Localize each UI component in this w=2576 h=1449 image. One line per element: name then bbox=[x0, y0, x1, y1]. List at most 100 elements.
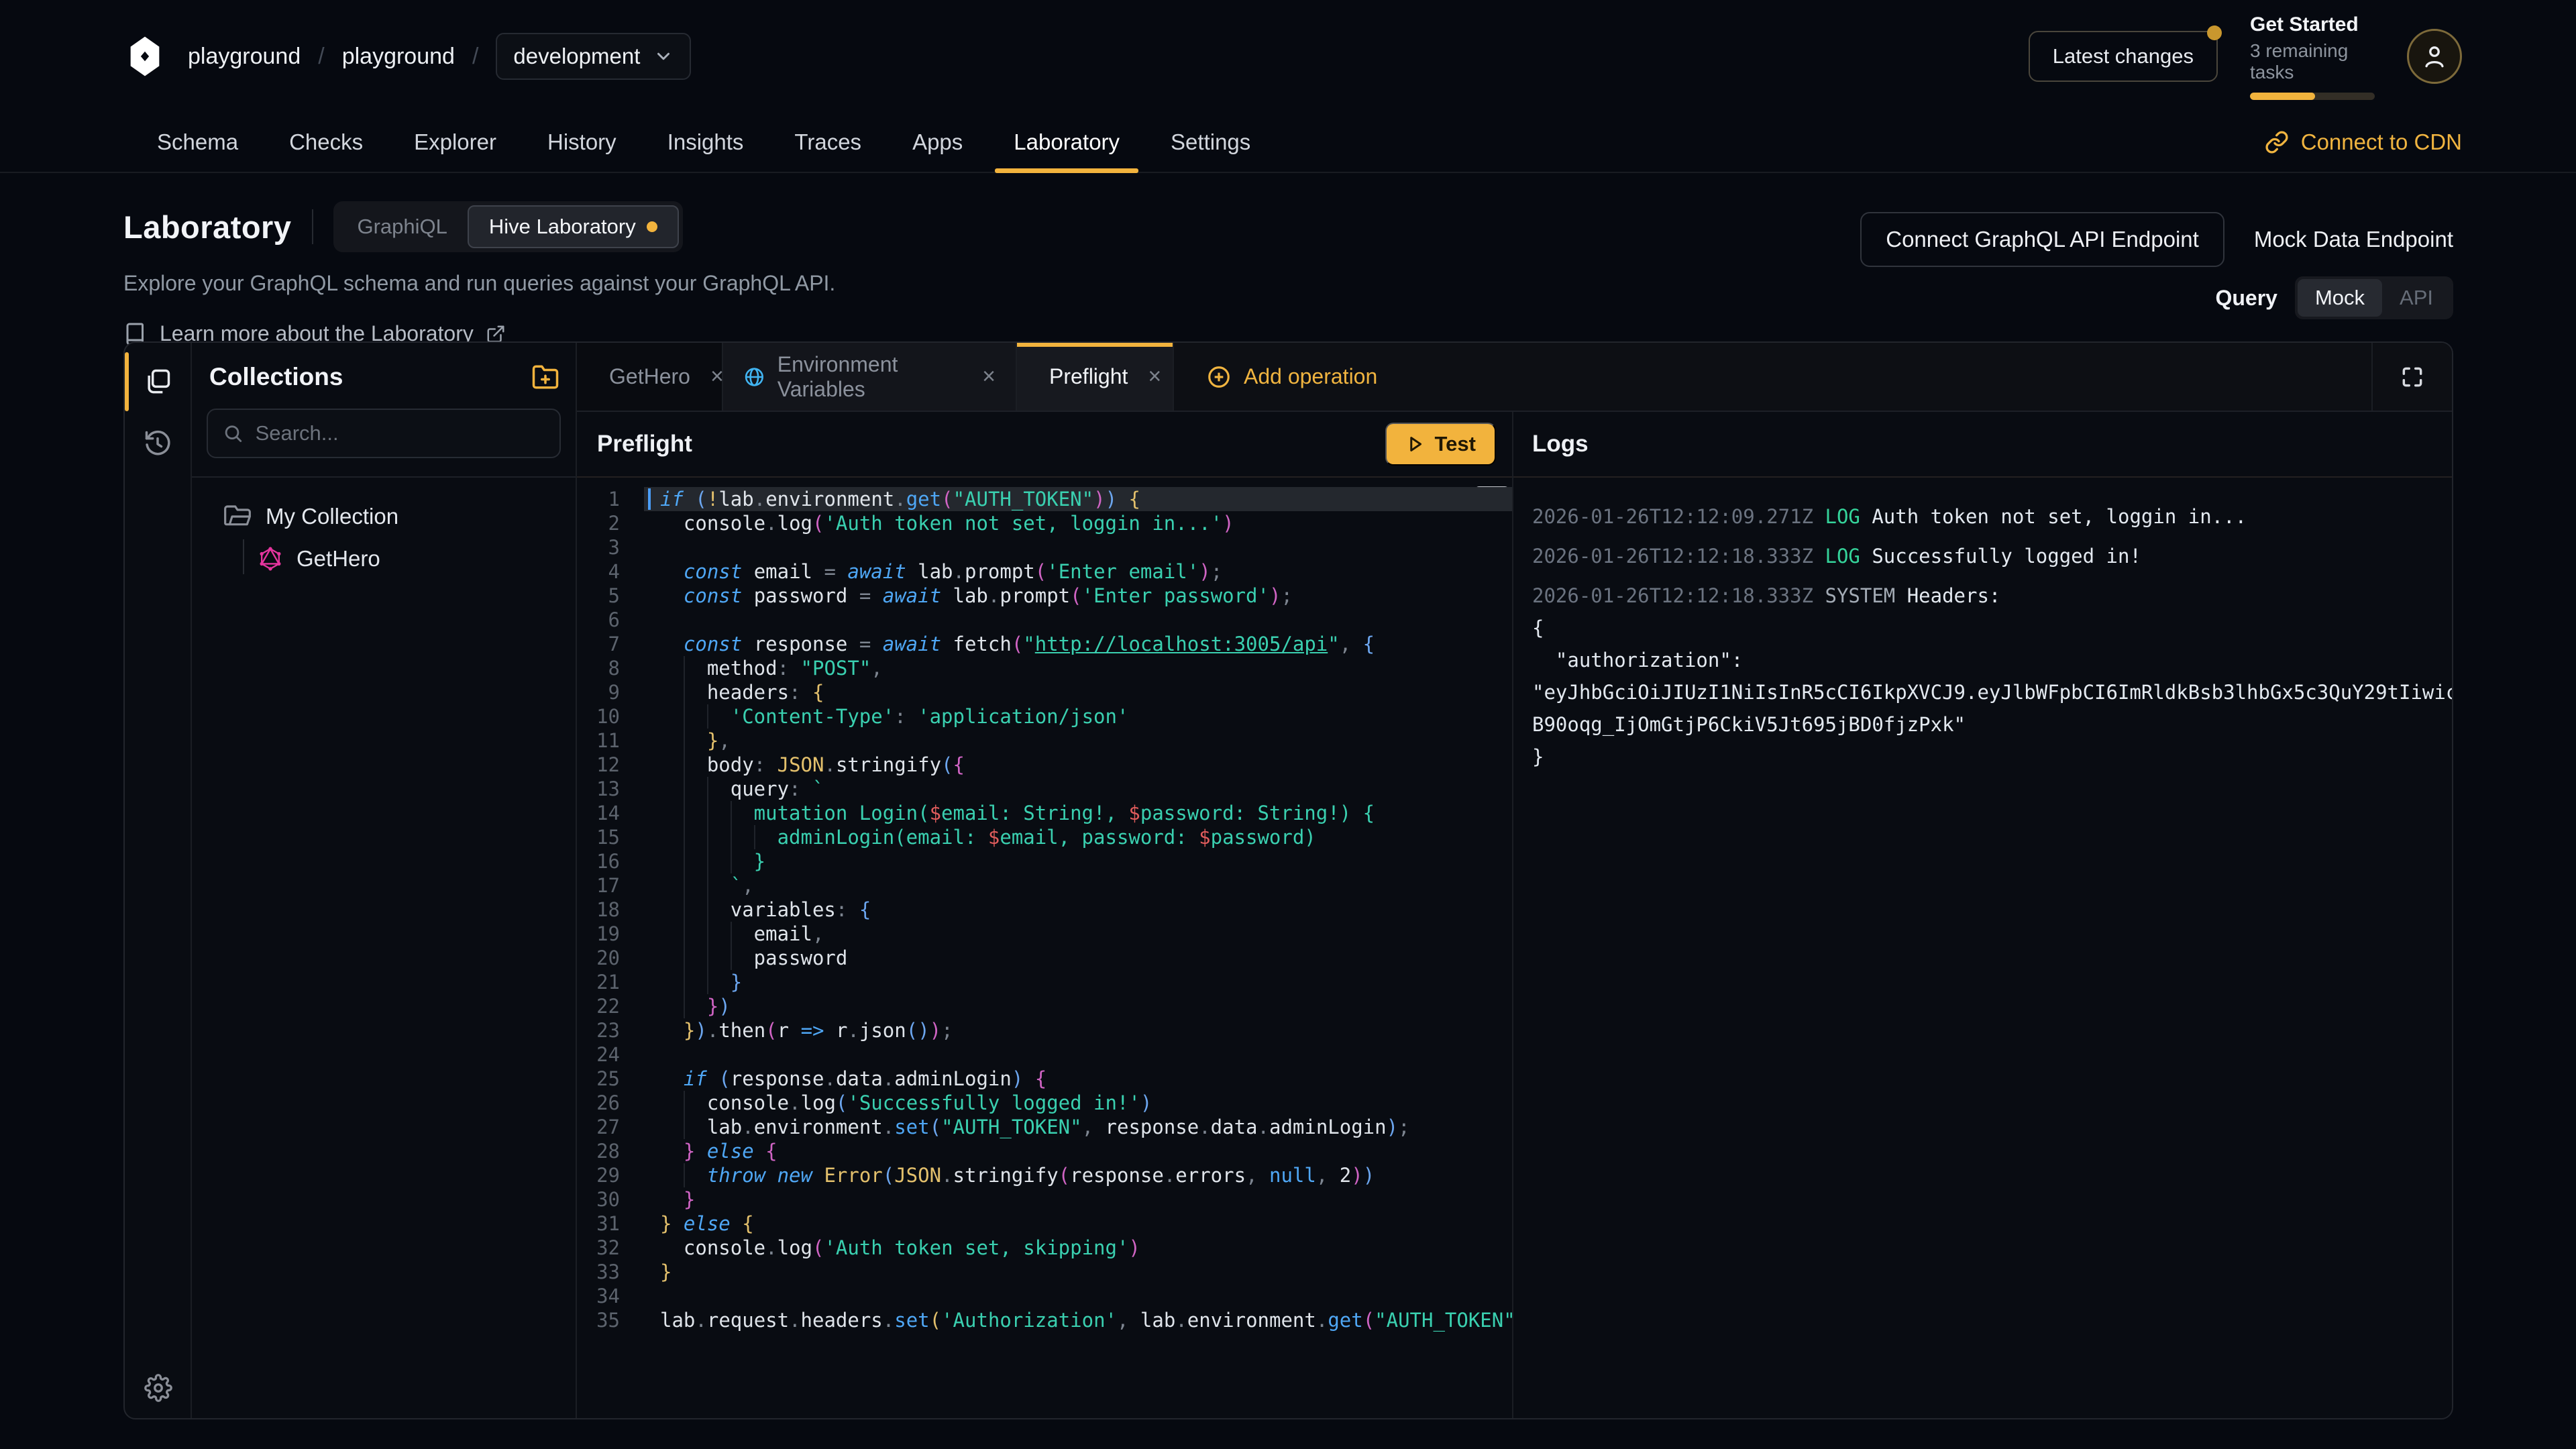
add-operation-button[interactable]: Add operation bbox=[1182, 343, 1401, 411]
history-rail-button[interactable] bbox=[143, 429, 172, 458]
code-line-text[interactable]: } bbox=[644, 849, 1512, 873]
nav-item-insights[interactable]: Insights bbox=[645, 113, 767, 172]
tab-gethero[interactable]: GetHero × bbox=[577, 343, 723, 411]
code-line-text[interactable]: adminLogin(email: $email, password: $pas… bbox=[644, 825, 1512, 849]
code-line-text[interactable]: method: "POST", bbox=[644, 656, 1512, 680]
code-line-text[interactable]: console.log('Successfully logged in!') bbox=[644, 1091, 1512, 1115]
operation-item-gethero[interactable]: GetHero bbox=[192, 537, 576, 581]
code-line-text[interactable]: lab.environment.set("AUTH_TOKEN", respon… bbox=[644, 1115, 1512, 1139]
search-input[interactable] bbox=[256, 421, 545, 445]
code-line-text[interactable]: console.log('Auth token set, skipping') bbox=[644, 1236, 1512, 1260]
hive-laboratory-page: playground / playground / development La… bbox=[0, 0, 2576, 1449]
nav-item-laboratory[interactable]: Laboratory bbox=[991, 113, 1142, 172]
code-line-text[interactable]: `, bbox=[644, 873, 1512, 898]
code-line-text[interactable]: } else { bbox=[644, 1139, 1512, 1163]
nav-item-explorer[interactable]: Explorer bbox=[391, 113, 519, 172]
mode-option-graphiql[interactable]: GraphiQL bbox=[337, 207, 468, 247]
code-line-text[interactable]: lab.request.headers.set('Authorization',… bbox=[644, 1308, 1512, 1332]
nav-item-apps[interactable]: Apps bbox=[890, 113, 985, 172]
line-number: 12 bbox=[577, 753, 644, 777]
nav-item-schema[interactable]: Schema bbox=[134, 113, 261, 172]
code-line: 32 console.log('Auth token set, skipping… bbox=[577, 1236, 1512, 1260]
code-line-text[interactable]: const email = await lab.prompt('Enter em… bbox=[644, 559, 1512, 584]
globe-icon bbox=[743, 364, 765, 390]
code-line: 21 } bbox=[577, 970, 1512, 994]
code-line: 20 password bbox=[577, 946, 1512, 970]
code-line-text[interactable]: if (response.data.adminLogin) { bbox=[644, 1067, 1512, 1091]
nav-item-history[interactable]: History bbox=[525, 113, 639, 172]
code-line-text[interactable]: }) bbox=[644, 994, 1512, 1018]
collection-folder-my-collection[interactable]: My Collection bbox=[192, 496, 576, 537]
new-collection-folder-plus-icon[interactable] bbox=[531, 363, 559, 391]
code-line: 33} bbox=[577, 1260, 1512, 1284]
collections-rail-button[interactable] bbox=[143, 367, 172, 396]
code-line-text[interactable]: }, bbox=[644, 729, 1512, 753]
connect-to-cdn-link[interactable]: Connect to CDN bbox=[2265, 129, 2462, 155]
code-line-text[interactable]: const response = await fetch("http://loc… bbox=[644, 632, 1512, 656]
nav-item-traces[interactable]: Traces bbox=[771, 113, 884, 172]
logs-header: Logs bbox=[1513, 412, 2452, 478]
code-editor-body[interactable]: 1if (!lab.environment.get("AUTH_TOKEN"))… bbox=[577, 478, 1512, 1419]
code-line-text[interactable]: variables: { bbox=[644, 898, 1512, 922]
indent-guide bbox=[684, 729, 685, 753]
hive-logo-icon[interactable] bbox=[123, 35, 166, 78]
latest-changes-button[interactable]: Latest changes bbox=[2029, 31, 2218, 82]
code-line-text[interactable]: throw new Error(JSON.stringify(response.… bbox=[644, 1163, 1512, 1187]
fullscreen-button[interactable] bbox=[2371, 343, 2452, 411]
code-line-text[interactable]: query: ` bbox=[644, 777, 1512, 801]
code-line-text[interactable] bbox=[644, 1042, 1512, 1067]
line-number: 4 bbox=[577, 559, 644, 584]
segment-mock[interactable]: Mock bbox=[2298, 279, 2382, 317]
mock-data-endpoint-button[interactable]: Mock Data Endpoint bbox=[2254, 227, 2453, 252]
breadcrumb-org[interactable]: playground bbox=[188, 44, 301, 70]
code-line-text[interactable]: email, bbox=[644, 922, 1512, 946]
code-line-text[interactable]: mutation Login($email: String!, $passwor… bbox=[644, 801, 1512, 825]
nav-item-settings[interactable]: Settings bbox=[1148, 113, 1273, 172]
indent-guide bbox=[684, 656, 685, 680]
line-number: 17 bbox=[577, 873, 644, 898]
target-select[interactable]: development bbox=[496, 33, 691, 80]
ui-mode-toggle: GraphiQL Hive Laboratory bbox=[333, 201, 683, 252]
collections-search[interactable] bbox=[207, 409, 561, 458]
test-button[interactable]: Test bbox=[1385, 423, 1496, 466]
code-line-text[interactable] bbox=[644, 1284, 1512, 1308]
close-icon[interactable]: × bbox=[982, 364, 996, 390]
code-line-text[interactable] bbox=[644, 535, 1512, 559]
indent-guide bbox=[684, 825, 685, 849]
code-line-text[interactable]: } bbox=[644, 1187, 1512, 1212]
close-icon[interactable]: × bbox=[1148, 364, 1161, 390]
code-line-text[interactable]: } bbox=[644, 1260, 1512, 1284]
code-line-text[interactable]: } else { bbox=[644, 1212, 1512, 1236]
settings-rail-button[interactable] bbox=[125, 1374, 192, 1402]
code-line-text[interactable]: }).then(r => r.json()); bbox=[644, 1018, 1512, 1042]
tab-environment-variables[interactable]: Environment Variables × bbox=[723, 343, 1017, 411]
user-avatar[interactable] bbox=[2407, 29, 2462, 84]
segment-api[interactable]: API bbox=[2382, 279, 2451, 317]
code-line-text[interactable]: body: JSON.stringify({ bbox=[644, 753, 1512, 777]
code-line: 5 const password = await lab.prompt('Ent… bbox=[577, 584, 1512, 608]
code-line-text[interactable]: password bbox=[644, 946, 1512, 970]
nav-items: SchemaChecksExplorerHistoryInsightsTrace… bbox=[134, 113, 1273, 172]
code-line-text[interactable]: const password = await lab.prompt('Enter… bbox=[644, 584, 1512, 608]
nav-item-checks[interactable]: Checks bbox=[266, 113, 386, 172]
code-line-text[interactable]: console.log('Auth token not set, loggin … bbox=[644, 511, 1512, 535]
get-started-widget[interactable]: Get Started 3 remaining tasks bbox=[2250, 13, 2375, 100]
indent-guide bbox=[684, 873, 685, 898]
code-line-text[interactable] bbox=[644, 608, 1512, 632]
code-line-text[interactable]: } bbox=[644, 970, 1512, 994]
log-level-badge: LOG bbox=[1825, 505, 1872, 528]
line-number: 8 bbox=[577, 656, 644, 680]
code-line: 34 bbox=[577, 1284, 1512, 1308]
code-line-text[interactable]: if (!lab.environment.get("AUTH_TOKEN")) … bbox=[644, 487, 1512, 511]
tab-preflight[interactable]: Preflight × bbox=[1017, 343, 1174, 411]
breadcrumb-project[interactable]: playground bbox=[342, 44, 455, 70]
connect-graphql-endpoint-button[interactable]: Connect GraphQL API Endpoint bbox=[1860, 212, 2224, 267]
active-rail-indicator bbox=[125, 352, 129, 411]
close-icon[interactable]: × bbox=[710, 364, 724, 390]
mode-option-hive-laboratory[interactable]: Hive Laboratory bbox=[468, 205, 679, 248]
code-line-text[interactable]: 'Content-Type': 'application/json' bbox=[644, 704, 1512, 729]
code-line-text[interactable]: headers: { bbox=[644, 680, 1512, 704]
indent-guide bbox=[731, 849, 732, 873]
indent-guide bbox=[684, 922, 685, 946]
line-number: 6 bbox=[577, 608, 644, 632]
